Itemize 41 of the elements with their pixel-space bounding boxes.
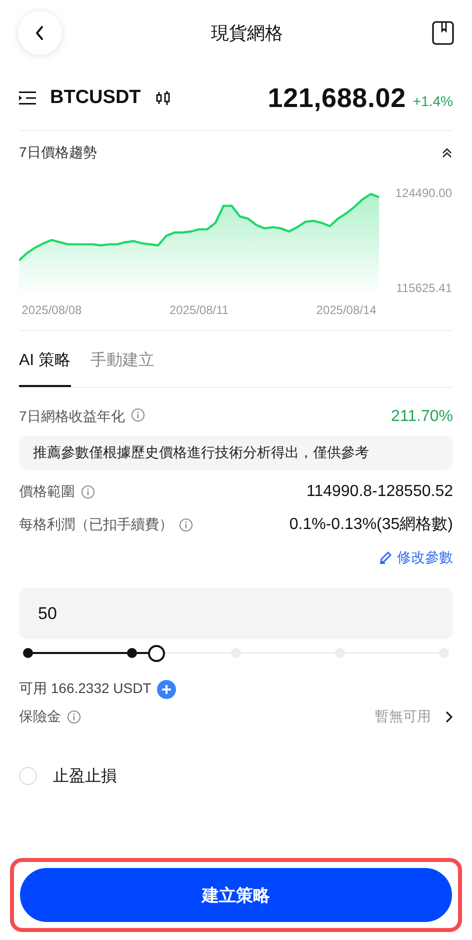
slider-step[interactable] <box>23 648 33 658</box>
available-balance: 可用 166.2332 USDT <box>19 680 152 698</box>
y-axis-label: 124490.00 <box>395 186 452 200</box>
strategy-tab[interactable]: 手動建立 <box>90 331 155 387</box>
yield-value: 211.70% <box>391 408 453 426</box>
yield-label: 7日網格收益年化 <box>19 408 125 426</box>
info-icon[interactable] <box>67 710 81 724</box>
plus-icon[interactable] <box>157 680 176 698</box>
price-change: +1.4% <box>412 93 453 109</box>
notice-text: 推薦參數僅根據歷史價格進行技術分析得出，僅供參考 <box>19 436 453 470</box>
param-value: 114990.8-128550.52 <box>306 482 453 500</box>
x-axis-label: 2025/08/11 <box>169 303 229 317</box>
y-axis-label: 115625.41 <box>396 281 452 295</box>
chevron-icon[interactable] <box>441 146 453 160</box>
param-label: 價格範圍 <box>19 482 75 500</box>
list-icon[interactable] <box>19 91 36 105</box>
back-icon[interactable] <box>34 25 46 41</box>
insurance-label: 保險金 <box>19 708 61 726</box>
slider-step[interactable] <box>127 648 137 658</box>
x-axis-label: 2025/08/14 <box>316 303 376 317</box>
chevron-right-icon[interactable] <box>445 711 453 723</box>
candlestick-icon[interactable] <box>154 90 171 106</box>
chart-title: 7日價格趨勢 <box>19 144 97 162</box>
page-title: 現貨網格 <box>211 22 283 45</box>
bookmark-icon[interactable] <box>432 21 454 45</box>
info-icon[interactable] <box>81 484 95 498</box>
symbol-label[interactable]: BTCUSDT <box>50 87 141 109</box>
info-icon[interactable] <box>179 518 193 532</box>
strategy-tab[interactable]: AI 策略 <box>19 331 71 387</box>
pencil-icon[interactable] <box>379 551 392 564</box>
tp-sl-label[interactable]: 止盈止損 <box>53 766 117 786</box>
slider-thumb[interactable] <box>148 644 166 662</box>
param-label: 每格利潤（已扣手續費） <box>19 516 173 534</box>
create-strategy-button[interactable]: 建立策略 <box>20 868 452 922</box>
param-value: 0.1%-0.13%(35網格數) <box>289 515 453 535</box>
x-axis-label: 2025/08/08 <box>22 303 82 317</box>
info-icon[interactable] <box>130 408 145 422</box>
amount-field[interactable]: 50 <box>19 588 453 639</box>
edit-params-link[interactable]: 修改參數 <box>397 548 453 566</box>
tp-sl-checkbox[interactable] <box>19 767 37 785</box>
price-value: 121,688.02 <box>268 82 406 114</box>
